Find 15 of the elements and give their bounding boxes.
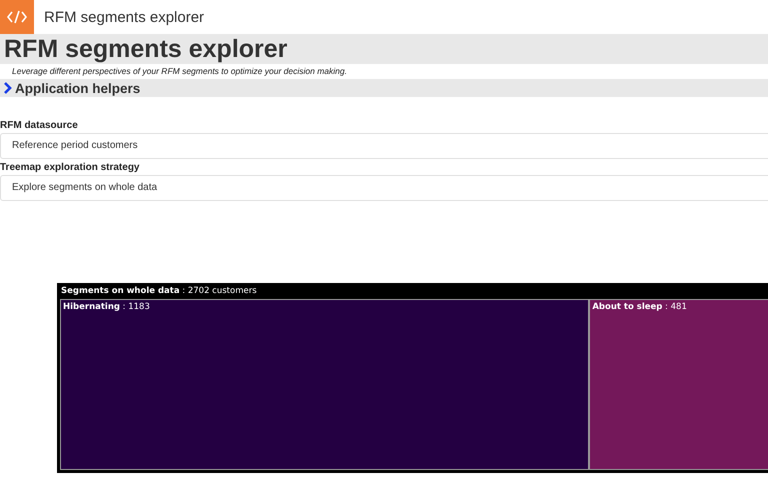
- treemap-title: Segments on whole data : 2702 customers: [61, 286, 257, 296]
- chevron-icon: [3, 82, 12, 94]
- helpers-toggle[interactable]: Application helpers: [0, 79, 768, 97]
- treemap-segment[interactable]: About to sleep : 481: [589, 299, 768, 470]
- segment-label: Hibernating : 1183: [63, 302, 150, 312]
- select-field[interactable]: Explore segments on whole data: [0, 175, 768, 201]
- app-logo-icon: [0, 0, 34, 34]
- segment-label: About to sleep : 481: [592, 302, 687, 312]
- field-label: Treemap exploration strategy: [0, 161, 140, 175]
- app-title: RFM segments explorer: [44, 8, 204, 26]
- page-title: RFM segments explorer: [4, 34, 288, 64]
- treemap-segment[interactable]: Hibernating : 1183: [60, 299, 590, 470]
- field-label: RFM datasource: [0, 119, 79, 133]
- select-field[interactable]: Reference period customers: [0, 133, 768, 159]
- page-subtitle: Leverage different perspectives of your RFM segments to optimize your decision making.: [11, 65, 348, 78]
